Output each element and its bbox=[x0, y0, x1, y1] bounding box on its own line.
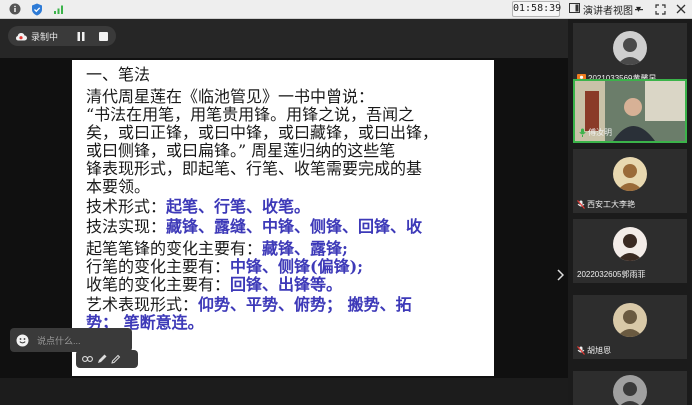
slide-line: 一、笔法 bbox=[86, 66, 150, 84]
slide-line: “书法在用笔，用笔贵用锋。用锋之说，吾闻之 bbox=[86, 106, 414, 124]
slide-line: 起笔笔锋的变化主要有：藏锋、露锋; bbox=[86, 240, 348, 258]
participant-name-text: 傅汝明 bbox=[588, 128, 612, 137]
pause-recording-button[interactable] bbox=[74, 29, 88, 43]
participant-tile[interactable]: 胡旭恩 bbox=[573, 295, 687, 359]
view-mode-label: 演讲者视图 bbox=[583, 5, 633, 17]
view-mode-dropdown[interactable]: 演讲者视图 ▾ bbox=[569, 1, 641, 17]
annotation-tools bbox=[76, 350, 138, 368]
participant-tile[interactable]: 傅汝明 bbox=[573, 79, 687, 143]
participant-name: 2022032605郭雨菲 bbox=[577, 269, 646, 280]
next-page-arrow-icon[interactable] bbox=[554, 266, 566, 284]
slide-text: “书法在用笔，用笔贵用锋。用锋之说，吾闻之 bbox=[86, 105, 415, 124]
slide-line: 清代周星莲在《临池管见》一书中曾说： bbox=[86, 88, 374, 106]
stop-recording-button[interactable] bbox=[96, 29, 110, 43]
chat-placeholder: 说点什么... bbox=[37, 335, 81, 346]
participant-tile[interactable]: 西安工大李艳 bbox=[573, 149, 687, 213]
participant-name-text: 胡旭恩 bbox=[587, 346, 611, 355]
slide-text: 锋表现形式，即起笔、行笔、收笔需要完成的基 bbox=[86, 159, 423, 178]
bottom-bar bbox=[0, 378, 568, 405]
slide-highlight-text: 藏锋、露缝、中锋、侧锋、回锋、收 bbox=[166, 217, 423, 236]
pen-icon[interactable] bbox=[97, 354, 107, 364]
slide-text: 或曰侧锋，或曰扁锋。” 周星莲归纳的这些笔 bbox=[86, 141, 396, 160]
slide-line: 矣，或曰正锋，或曰中锋，或曰藏锋，或曰出锋， bbox=[86, 124, 438, 142]
meeting-window: 01:58:39 演讲者视图 ▾ 录制中 一、 bbox=[0, 0, 692, 405]
slide-line: 技法实现：藏锋、露缝、中锋、侧锋、回锋、收 bbox=[86, 218, 422, 236]
slide-line: 技术形式：起笔、行笔、收笔。 bbox=[86, 198, 310, 216]
shared-slide: 一、笔法 清代周星莲在《临池管见》一书中曾说： “书法在用笔，用笔贵用锋。用锋之… bbox=[72, 60, 494, 376]
slide-highlight-text: 仰势、平势、俯势； 搬势、拓 bbox=[198, 295, 412, 314]
slide-text: 技法实现： bbox=[86, 217, 167, 236]
participant-name-text: 2022032605郭雨菲 bbox=[577, 270, 646, 279]
slide-text: 收笔的变化主要有： bbox=[86, 275, 231, 294]
link-icon[interactable] bbox=[82, 355, 93, 363]
edit-icon[interactable] bbox=[111, 354, 121, 364]
slide-line: 艺术表现形式：仰势、平势、俯势； 搬势、拓 bbox=[86, 296, 412, 314]
slide-text: 行笔的变化主要有： bbox=[86, 257, 231, 276]
slide-highlight-text: 回锋、出锋等。 bbox=[230, 275, 343, 294]
participant-avatar bbox=[613, 31, 647, 65]
participant-panel: 2021033569黄馨昱傅汝明西安工大李艳 2022032605郭雨菲胡旭恩 bbox=[568, 19, 692, 405]
participant-tile[interactable]: 2021033569黄馨昱 bbox=[573, 23, 687, 87]
signal-icon[interactable] bbox=[52, 2, 66, 16]
cloud-recording-icon bbox=[15, 32, 27, 41]
participant-name-text: 西安工大李艳 bbox=[587, 200, 635, 209]
recording-label: 录制中 bbox=[31, 31, 59, 42]
minimize-icon[interactable] bbox=[632, 2, 646, 16]
top-bar: 01:58:39 演讲者视图 ▾ bbox=[0, 0, 692, 19]
presenter-view-icon bbox=[569, 2, 580, 16]
slide-text: 本要领。 bbox=[86, 177, 151, 196]
mic-icon bbox=[579, 128, 586, 137]
participant-tile[interactable]: 2022032605郭雨菲 bbox=[573, 219, 687, 283]
participant-avatar bbox=[613, 157, 647, 191]
chat-input-box[interactable]: 说点什么... bbox=[10, 328, 132, 352]
slide-line: 本要领。 bbox=[86, 178, 150, 196]
participant-name: 胡旭恩 bbox=[577, 345, 611, 356]
shield-icon[interactable] bbox=[30, 2, 44, 16]
emoji-icon[interactable] bbox=[16, 334, 29, 347]
recording-toolbar: 录制中 bbox=[8, 26, 116, 46]
mic-muted-icon bbox=[577, 346, 585, 355]
participant-name: 西安工大李艳 bbox=[577, 199, 635, 210]
slide-text: 艺术表现形式： bbox=[86, 295, 199, 314]
participant-avatar bbox=[613, 375, 647, 405]
close-icon[interactable] bbox=[674, 2, 688, 16]
slide-highlight-text: 藏锋、露锋; bbox=[262, 239, 348, 258]
participant-avatar bbox=[613, 227, 647, 261]
slide-text: 起笔笔锋的变化主要有： bbox=[86, 239, 263, 258]
fullscreen-icon[interactable] bbox=[653, 2, 667, 16]
slide-line: 行笔的变化主要有：中锋、侧锋(偏锋); bbox=[86, 258, 363, 276]
slide-line: 锋表现形式，即起笔、行笔、收笔需要完成的基 bbox=[86, 160, 422, 178]
participant-avatar bbox=[613, 303, 647, 337]
slide-text: 清代周星莲在《临池管见》一书中曾说： bbox=[86, 87, 375, 106]
meeting-timer: 01:58:39 bbox=[512, 1, 561, 17]
info-icon[interactable] bbox=[8, 2, 22, 16]
slide-text: 一、笔法 bbox=[86, 65, 151, 84]
participant-name: 傅汝明 bbox=[579, 127, 612, 138]
participant-tile[interactable] bbox=[573, 371, 687, 405]
slide-line: 或曰侧锋，或曰扁锋。” 周星莲归纳的这些笔 bbox=[86, 142, 395, 160]
slide-text: 技术形式： bbox=[86, 197, 167, 216]
slide-line: 收笔的变化主要有：回锋、出锋等。 bbox=[86, 276, 342, 294]
slide-highlight-text: 起笔、行笔、收笔。 bbox=[166, 197, 311, 216]
slide-text: 矣，或曰正锋，或曰中锋，或曰藏锋，或曰出锋， bbox=[86, 123, 439, 142]
slide-highlight-text: 中锋、侧锋(偏锋); bbox=[230, 257, 364, 276]
mic-muted-icon bbox=[577, 200, 585, 209]
